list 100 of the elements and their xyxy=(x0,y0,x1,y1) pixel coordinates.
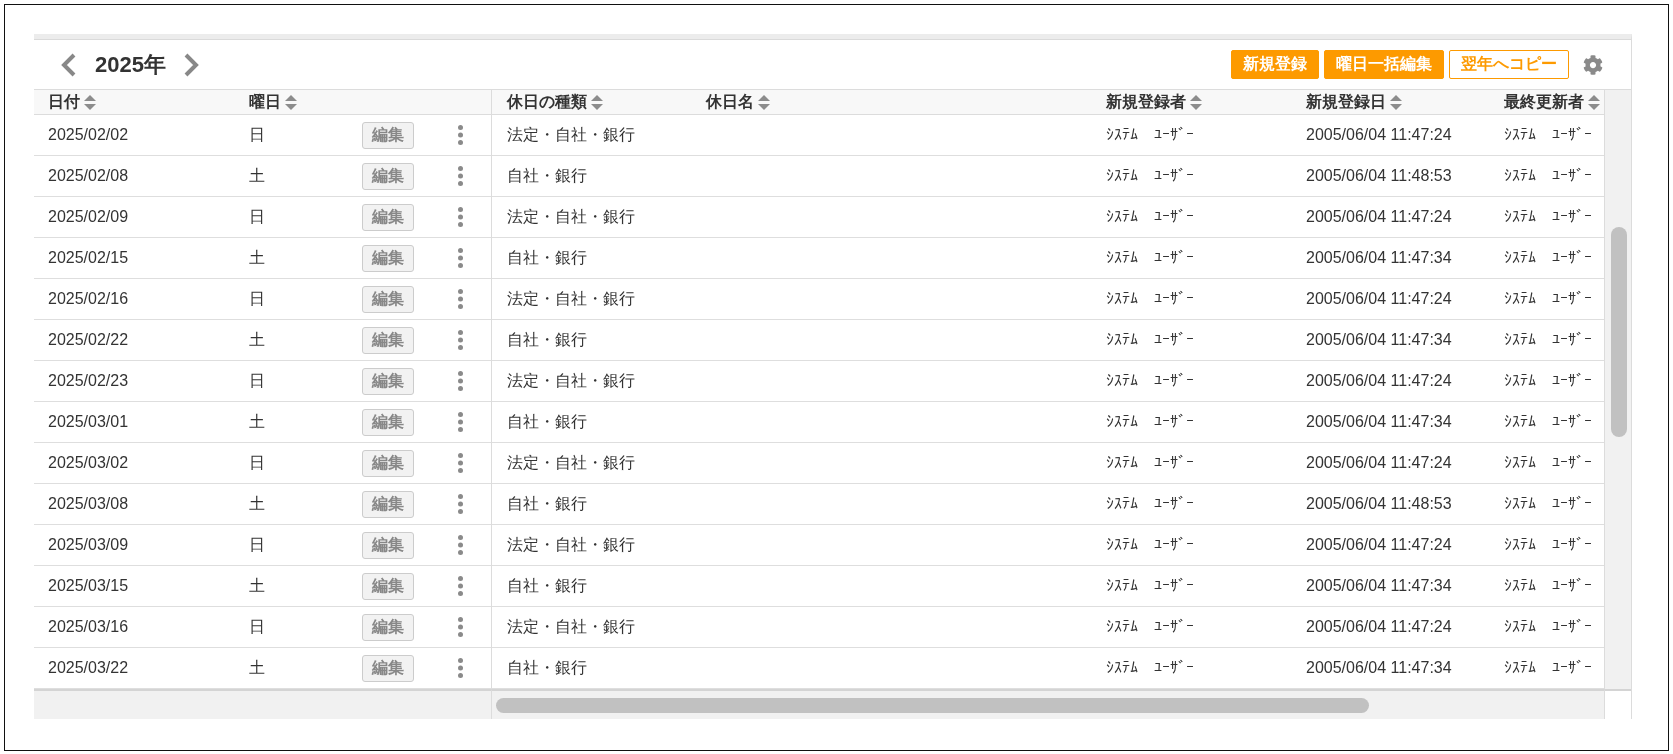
table-cell: ｼｽﾃﾑ ﾕｰｻﾞｰ xyxy=(1106,331,1194,349)
kebab-menu-icon[interactable] xyxy=(458,453,463,473)
table-cell: ｼｽﾃﾑ ﾕｰｻﾞｰ xyxy=(1106,495,1194,513)
kebab-menu-icon[interactable] xyxy=(458,658,463,678)
sort-icon[interactable] xyxy=(758,94,770,110)
table-cell-text: 自社・銀行 xyxy=(507,411,587,432)
table-cell-text: 自社・銀行 xyxy=(507,165,587,186)
kebab-menu-icon[interactable] xyxy=(458,248,463,268)
edit-button[interactable]: 編集 xyxy=(362,203,414,231)
table-cell-text: 土 xyxy=(249,493,265,514)
table-cell: 2005/06/04 11:48:53 xyxy=(1306,167,1452,185)
table-cell-text: 法定・自社・銀行 xyxy=(507,370,635,391)
edit-button[interactable]: 編集 xyxy=(362,244,414,272)
scrollbar-thumb[interactable] xyxy=(1611,227,1627,437)
table-cell: ｼｽﾃﾑ ﾕｰｻﾞｰ xyxy=(1504,208,1592,226)
table-cell: 2025/03/01 xyxy=(48,413,129,431)
table-cell-text: 日 xyxy=(249,616,265,637)
table-cell: ｼｽﾃﾑ ﾕｰｻﾞｰ xyxy=(1106,618,1194,636)
kebab-menu-icon[interactable] xyxy=(458,289,463,309)
column-header: 曜日 xyxy=(249,91,281,112)
table-cell: 2025/02/16 xyxy=(48,290,129,308)
chevron-right-icon[interactable] xyxy=(183,52,200,77)
table-cell: ｼｽﾃﾑ ﾕｰｻﾞｰ xyxy=(1504,659,1592,677)
column-header: 新規登録日 xyxy=(1306,91,1386,112)
table-cell: ｼｽﾃﾑ ﾕｰｻﾞｰ xyxy=(1504,413,1592,431)
table-cell-text: 法定・自社・銀行 xyxy=(507,452,635,473)
edit-button[interactable]: 編集 xyxy=(362,326,414,354)
kebab-menu-icon[interactable] xyxy=(458,207,463,227)
table-cell-text: 日 xyxy=(249,534,265,555)
year-title: 2025年 xyxy=(95,50,166,79)
table-cell-text: 法定・自社・銀行 xyxy=(507,534,635,555)
table-cell: ｼｽﾃﾑ ﾕｰｻﾞｰ xyxy=(1504,372,1592,390)
table-cell: ｼｽﾃﾑ ﾕｰｻﾞｰ xyxy=(1504,249,1592,267)
edit-button[interactable]: 編集 xyxy=(362,531,414,559)
edit-button[interactable]: 編集 xyxy=(362,408,414,436)
sort-icon[interactable] xyxy=(1588,94,1600,110)
edit-button[interactable]: 編集 xyxy=(362,121,414,149)
table-cell: 2025/03/15 xyxy=(48,577,129,595)
edit-button[interactable]: 編集 xyxy=(362,572,414,600)
table-cell: ｼｽﾃﾑ ﾕｰｻﾞｰ xyxy=(1106,454,1194,472)
table-cell: ｼｽﾃﾑ ﾕｰｻﾞｰ xyxy=(1106,167,1194,185)
table-cell: 2005/06/04 11:47:24 xyxy=(1306,290,1452,308)
table-cell-text: 法定・自社・銀行 xyxy=(507,616,635,637)
kebab-menu-icon[interactable] xyxy=(458,125,463,145)
kebab-menu-icon[interactable] xyxy=(458,330,463,350)
horizontal-scrollbar[interactable] xyxy=(491,689,1604,719)
vertical-scrollbar[interactable] xyxy=(1604,89,1631,689)
sort-icon[interactable] xyxy=(1390,94,1402,110)
table-cell: 2005/06/04 11:47:24 xyxy=(1306,454,1452,472)
table-cell-text: 日 xyxy=(249,288,265,309)
table-cell-text: 自社・銀行 xyxy=(507,575,587,596)
scrollbar-thumb[interactable] xyxy=(496,698,1369,713)
sort-icon[interactable] xyxy=(285,94,297,110)
table-cell: 2005/06/04 11:47:24 xyxy=(1306,372,1452,390)
action-button[interactable]: 曜日一括編集 xyxy=(1324,50,1444,79)
action-button[interactable]: 新規登録 xyxy=(1231,50,1319,79)
edit-button[interactable]: 編集 xyxy=(362,449,414,477)
column-header: 新規登録者 xyxy=(1106,91,1186,112)
kebab-menu-icon[interactable] xyxy=(458,412,463,432)
table-cell: 2005/06/04 11:48:53 xyxy=(1306,495,1452,513)
kebab-menu-icon[interactable] xyxy=(458,371,463,391)
column-header: 最終更新者 xyxy=(1504,91,1584,112)
edit-button[interactable]: 編集 xyxy=(362,490,414,518)
table-cell: 2005/06/04 11:47:24 xyxy=(1306,536,1452,554)
table-cell: ｼｽﾃﾑ ﾕｰｻﾞｰ xyxy=(1106,659,1194,677)
settings-icon[interactable] xyxy=(1583,54,1603,75)
table-cell: 2025/02/23 xyxy=(48,372,129,390)
table-cell: ｼｽﾃﾑ ﾕｰｻﾞｰ xyxy=(1504,577,1592,595)
edit-button[interactable]: 編集 xyxy=(362,367,414,395)
table-cell-text: 土 xyxy=(249,411,265,432)
table-cell: 2025/02/22 xyxy=(48,331,129,349)
table-cell: 2005/06/04 11:47:24 xyxy=(1306,618,1452,636)
table-cell: 2025/03/08 xyxy=(48,495,129,513)
edit-button[interactable]: 編集 xyxy=(362,613,414,641)
kebab-menu-icon[interactable] xyxy=(458,576,463,596)
table-cell-text: 自社・銀行 xyxy=(507,329,587,350)
sort-icon[interactable] xyxy=(591,94,603,110)
edit-button[interactable]: 編集 xyxy=(362,654,414,682)
table-cell: 2025/02/15 xyxy=(48,249,129,267)
kebab-menu-icon[interactable] xyxy=(458,535,463,555)
table-cell: ｼｽﾃﾑ ﾕｰｻﾞｰ xyxy=(1106,413,1194,431)
table-cell-text: 日 xyxy=(249,124,265,145)
table-cell-text: 自社・銀行 xyxy=(507,657,587,678)
action-button[interactable]: 翌年へコピー xyxy=(1449,50,1569,79)
table-cell: ｼｽﾃﾑ ﾕｰｻﾞｰ xyxy=(1504,618,1592,636)
column-header: 日付 xyxy=(48,91,80,112)
sort-icon[interactable] xyxy=(84,94,96,110)
edit-button[interactable]: 編集 xyxy=(362,285,414,313)
table-cell: 2025/03/22 xyxy=(48,659,129,677)
chevron-left-icon[interactable] xyxy=(60,52,76,77)
edit-button[interactable]: 編集 xyxy=(362,162,414,190)
kebab-menu-icon[interactable] xyxy=(458,166,463,186)
table-cell: ｼｽﾃﾑ ﾕｰｻﾞｰ xyxy=(1504,536,1592,554)
table-cell: 2025/02/02 xyxy=(48,126,129,144)
sort-icon[interactable] xyxy=(1190,94,1202,110)
kebab-menu-icon[interactable] xyxy=(458,494,463,514)
column-header: 休日名 xyxy=(706,91,754,112)
kebab-menu-icon[interactable] xyxy=(458,617,463,637)
table-cell-text: 土 xyxy=(249,657,265,678)
table-cell: 2005/06/04 11:47:34 xyxy=(1306,249,1452,267)
